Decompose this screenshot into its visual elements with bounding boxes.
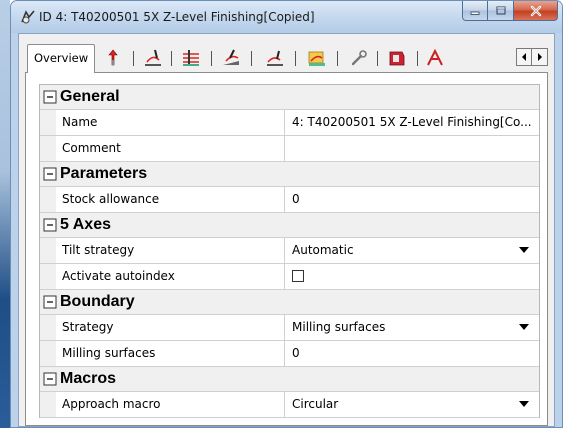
- property-label: Comment: [56, 136, 285, 161]
- category-general[interactable]: General: [40, 85, 539, 110]
- properties-window: ID 4: T40200501 5X Z-Level Finishing[Cop…: [10, 0, 563, 428]
- dropdown-arrow-icon[interactable]: [519, 247, 529, 253]
- tab-overview[interactable]: Overview: [27, 44, 96, 73]
- property-label: Stock allowance: [56, 187, 285, 212]
- tab-scroll-arrows: [516, 48, 548, 66]
- property-label: Tilt strategy: [56, 238, 285, 263]
- activate-autoindex-field: [285, 264, 539, 289]
- tab-separator: [211, 51, 212, 66]
- postprocessor-icon[interactable]: [387, 48, 407, 68]
- comment-value-field[interactable]: [285, 136, 539, 161]
- property-label: Name: [56, 110, 285, 135]
- property-label: Strategy: [56, 315, 285, 340]
- tab-separator: [377, 51, 378, 66]
- wrench-icon[interactable]: [349, 48, 369, 68]
- property-row-name[interactable]: Name 4: T40200501 5X Z-Level Finishing[C…: [40, 110, 539, 136]
- window-controls: [462, 1, 558, 21]
- stock-allowance-field[interactable]: 0: [285, 187, 539, 212]
- property-value: Circular: [292, 397, 339, 411]
- property-label: Activate autoindex: [56, 264, 285, 289]
- category-5-axes[interactable]: 5 Axes: [40, 213, 539, 238]
- property-value: Automatic: [292, 243, 354, 257]
- tab-separator: [417, 51, 418, 66]
- category-boundary[interactable]: Boundary: [40, 290, 539, 315]
- property-row-comment[interactable]: Comment: [40, 136, 539, 162]
- property-label: Milling surfaces: [56, 341, 285, 366]
- maximize-icon: [496, 6, 505, 14]
- parameters-icon[interactable]: [181, 48, 201, 68]
- desktop-background-strip: [0, 0, 10, 428]
- z-level-strategy-icon[interactable]: [143, 48, 163, 68]
- macros-icon[interactable]: [307, 48, 327, 68]
- property-grid: General Name 4: T40200501 5X Z-Level Fin…: [39, 84, 540, 418]
- category-label: Boundary: [60, 293, 135, 310]
- scroll-left-button[interactable]: [516, 48, 532, 66]
- approach-macro-dropdown[interactable]: Circular: [285, 392, 539, 417]
- property-value: Milling surfaces: [292, 320, 386, 334]
- tab-separator: [295, 51, 296, 66]
- tab-separator: [171, 51, 172, 66]
- tilt-strategy-dropdown[interactable]: Automatic: [285, 238, 539, 263]
- collapse-icon[interactable]: [43, 372, 57, 386]
- property-row-activate-autoindex[interactable]: Activate autoindex: [40, 264, 539, 290]
- name-value-field[interactable]: 4: T40200501 5X Z-Level Finishing[Co...: [285, 110, 539, 135]
- tab-separator: [337, 51, 338, 66]
- tool-icon[interactable]: [103, 48, 123, 68]
- category-label: Parameters: [60, 165, 148, 182]
- category-label: 5 Axes: [60, 216, 111, 233]
- category-label: General: [60, 88, 120, 105]
- tab-strip: Overview: [25, 44, 548, 73]
- milling-surfaces-field[interactable]: 0: [285, 341, 539, 366]
- toolpath-app-icon: [21, 10, 35, 24]
- approach-icon[interactable]: [265, 48, 285, 68]
- collapse-icon[interactable]: [43, 218, 57, 232]
- property-row-milling-surfaces[interactable]: Milling surfaces 0: [40, 341, 539, 367]
- title-bar[interactable]: ID 4: T40200501 5X Z-Level Finishing[Cop…: [11, 1, 562, 33]
- property-value: 0: [292, 346, 300, 360]
- minimize-icon: [470, 11, 480, 15]
- activate-autoindex-checkbox[interactable]: [292, 270, 304, 282]
- window-client-area: Overview General Name 4: T40200501 5X Z-…: [18, 33, 555, 427]
- collapse-icon[interactable]: [43, 90, 57, 104]
- dropdown-arrow-icon[interactable]: [519, 401, 529, 407]
- dropdown-arrow-icon[interactable]: [519, 324, 529, 330]
- collapse-icon[interactable]: [43, 295, 57, 309]
- category-parameters[interactable]: Parameters: [40, 162, 539, 187]
- property-row-approach-macro[interactable]: Approach macro Circular: [40, 392, 539, 418]
- property-value: 4: T40200501 5X Z-Level Finishing[Co...: [292, 115, 532, 129]
- category-macros[interactable]: Macros: [40, 367, 539, 392]
- property-value: 0: [292, 192, 300, 206]
- close-button[interactable]: [514, 1, 558, 21]
- tab-separator: [251, 51, 252, 66]
- window-title: ID 4: T40200501 5X Z-Level Finishing[Cop…: [39, 10, 315, 24]
- minimize-button[interactable]: [462, 1, 488, 21]
- property-row-tilt-strategy[interactable]: Tilt strategy Automatic: [40, 238, 539, 264]
- property-row-strategy[interactable]: Strategy Milling surfaces: [40, 315, 539, 341]
- 5-axis-icon[interactable]: [221, 48, 241, 68]
- boundary-strategy-dropdown[interactable]: Milling surfaces: [285, 315, 539, 340]
- overview-panel: General Name 4: T40200501 5X Z-Level Fin…: [25, 72, 548, 426]
- category-label: Macros: [60, 370, 117, 387]
- close-icon: [530, 5, 541, 16]
- property-label: Approach macro: [56, 392, 285, 417]
- collapse-icon[interactable]: [43, 167, 57, 181]
- maximize-button[interactable]: [488, 1, 514, 21]
- scroll-right-button[interactable]: [532, 48, 548, 66]
- tab-separator: [133, 51, 134, 66]
- scroll-left-icon: [522, 53, 526, 61]
- scroll-right-icon: [537, 53, 542, 61]
- feature-icon[interactable]: [425, 48, 445, 68]
- property-row-stock-allowance[interactable]: Stock allowance 0: [40, 187, 539, 213]
